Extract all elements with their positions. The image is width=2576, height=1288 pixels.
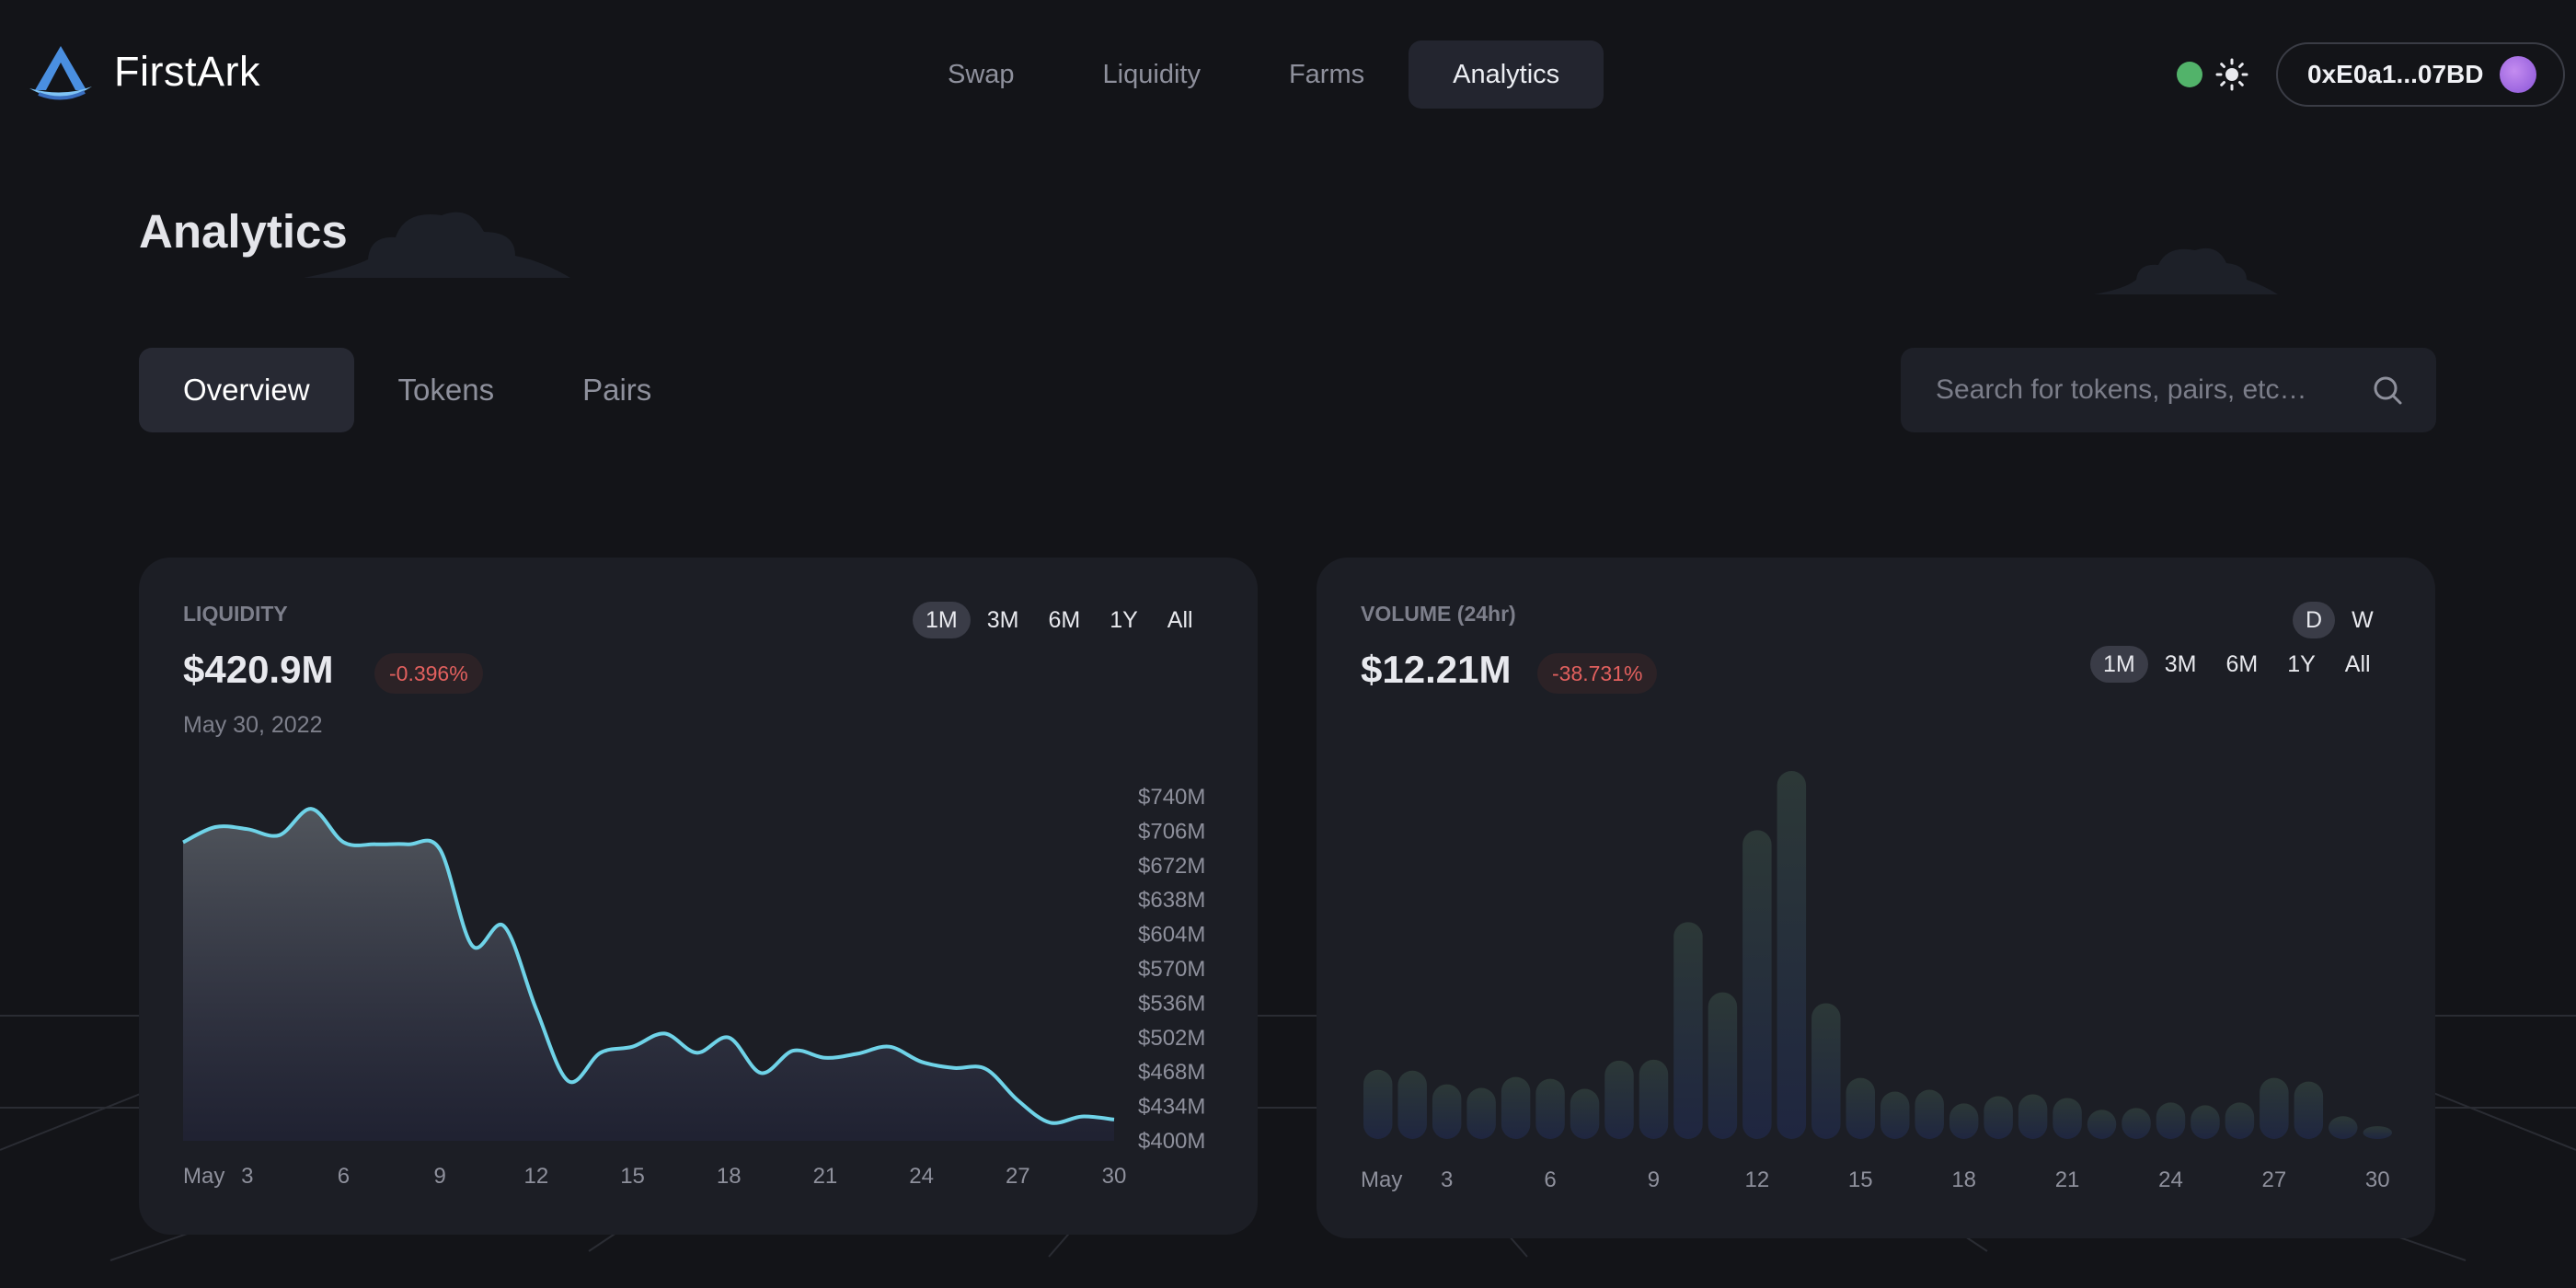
y-tick-label: $434M — [1138, 1095, 1205, 1120]
y-tick-label: $672M — [1138, 854, 1205, 879]
cloud-decoration — [304, 212, 570, 278]
y-tick-label: $536M — [1138, 991, 1205, 1016]
x-tick-label: 21 — [813, 1164, 838, 1189]
volume-bar[interactable] — [1397, 1070, 1427, 1139]
brand-name: FirstArk — [114, 48, 260, 95]
search-input[interactable] — [1934, 374, 2361, 407]
y-tick-label: $400M — [1138, 1129, 1205, 1154]
volume-bar[interactable] — [1604, 1060, 1634, 1139]
volume-bar[interactable] — [1501, 1076, 1531, 1139]
nav-swap[interactable]: Swap — [903, 40, 1059, 109]
volume-bar[interactable] — [2260, 1077, 2289, 1139]
volume-bar[interactable] — [1915, 1089, 1944, 1139]
volume-bar[interactable] — [1880, 1091, 1910, 1139]
tab-overview[interactable]: Overview — [139, 348, 354, 432]
analytics-tabs: Overview Tokens Pairs — [139, 348, 696, 432]
x-tick-label: 18 — [717, 1164, 742, 1189]
nav-farms[interactable]: Farms — [1245, 40, 1409, 109]
y-tick-label: $570M — [1138, 957, 1205, 982]
x-tick-label: 18 — [1951, 1167, 1976, 1192]
volume-bar[interactable] — [1570, 1088, 1600, 1139]
x-tick-label: 9 — [433, 1164, 445, 1189]
y-tick-label: $706M — [1138, 819, 1205, 844]
brand-logo[interactable]: FirstArk — [26, 42, 260, 101]
volume-bar[interactable] — [1949, 1103, 1979, 1139]
volume-bar[interactable] — [1811, 1003, 1841, 1139]
search-box[interactable] — [1901, 348, 2436, 432]
volume-bar[interactable] — [2053, 1098, 2082, 1139]
x-tick-label: 3 — [241, 1164, 253, 1189]
wallet-address: 0xE0a1...07BD — [2307, 60, 2484, 88]
network-status-indicator — [2177, 62, 2202, 87]
volume-bar[interactable] — [1846, 1077, 1876, 1139]
volume-bar[interactable] — [1535, 1078, 1565, 1139]
wallet-button[interactable]: 0xE0a1...07BD — [2276, 42, 2565, 107]
theme-toggle-sun-icon[interactable] — [2215, 58, 2248, 91]
x-tick-label: 30 — [2365, 1167, 2390, 1192]
x-tick-label: 27 — [2262, 1167, 2287, 1192]
volume-bar[interactable] — [1432, 1084, 1462, 1139]
volume-bar[interactable] — [2225, 1102, 2255, 1139]
x-tick-label: 6 — [338, 1164, 350, 1189]
tab-pairs[interactable]: Pairs — [538, 348, 696, 432]
volume-bar[interactable] — [2329, 1116, 2358, 1139]
volume-bar[interactable] — [2087, 1110, 2117, 1139]
x-tick-label: 15 — [620, 1164, 645, 1189]
main-nav: Swap Liquidity Farms Analytics — [903, 40, 1604, 109]
ark-logo-icon — [29, 46, 92, 100]
x-tick-label: 21 — [2055, 1167, 2080, 1192]
volume-bar[interactable] — [2294, 1081, 2324, 1139]
cloud-decoration — [2094, 247, 2278, 294]
x-tick-label: 27 — [1006, 1164, 1030, 1189]
volume-bar[interactable] — [1639, 1059, 1669, 1139]
volume-bar[interactable] — [1984, 1096, 2013, 1139]
x-tick-label: 24 — [909, 1164, 934, 1189]
liquidity-card: LIQUIDITY $420.9M -0.396% May 30, 2022 1… — [139, 558, 1258, 1235]
y-tick-label: $468M — [1138, 1060, 1205, 1085]
volume-bar[interactable] — [2122, 1108, 2151, 1139]
y-tick-label: $638M — [1138, 888, 1205, 913]
x-tick-label: 12 — [524, 1164, 549, 1189]
x-tick-label: 6 — [1544, 1167, 1556, 1192]
volume-bar-chart[interactable]: May 3 6 9 12 15 18 21 24 27 30 — [1317, 558, 2435, 1238]
y-tick-label: $604M — [1138, 923, 1205, 948]
volume-bar[interactable] — [1777, 771, 1807, 1139]
volume-bar[interactable] — [1742, 830, 1772, 1139]
x-tick-label: 15 — [1848, 1167, 1873, 1192]
nav-analytics[interactable]: Analytics — [1409, 40, 1604, 109]
nav-liquidity[interactable]: Liquidity — [1059, 40, 1245, 109]
volume-card: VOLUME (24hr) $12.21M -38.731% D W 1M 3M… — [1317, 558, 2435, 1238]
x-tick-label: 3 — [1441, 1167, 1453, 1192]
volume-bar[interactable] — [1673, 922, 1703, 1139]
x-tick-label: 12 — [1745, 1167, 1770, 1192]
volume-bar[interactable] — [2018, 1094, 2048, 1139]
x-tick-label: May — [183, 1164, 224, 1189]
liquidity-area-fill — [183, 809, 1114, 1141]
x-tick-label: May — [1361, 1167, 1402, 1192]
y-tick-label: $740M — [1138, 785, 1205, 810]
search-icon[interactable] — [2372, 374, 2403, 406]
tab-tokens[interactable]: Tokens — [354, 348, 539, 432]
volume-bar[interactable] — [1708, 992, 1738, 1139]
liquidity-area-chart[interactable]: $740M $706M $672M $638M $604M $570M $536M $502M… — [139, 558, 1258, 1235]
volume-bar[interactable] — [2191, 1105, 2220, 1139]
y-tick-label: $502M — [1138, 1026, 1205, 1051]
volume-bar[interactable] — [1466, 1087, 1496, 1139]
volume-bar[interactable] — [1363, 1069, 1393, 1139]
x-tick-label: 24 — [2158, 1167, 2183, 1192]
x-tick-label: 30 — [1102, 1164, 1127, 1189]
volume-bar[interactable] — [2363, 1126, 2393, 1139]
volume-bar[interactable] — [2156, 1102, 2186, 1139]
wallet-avatar — [2500, 56, 2537, 93]
x-tick-label: 9 — [1648, 1167, 1660, 1192]
